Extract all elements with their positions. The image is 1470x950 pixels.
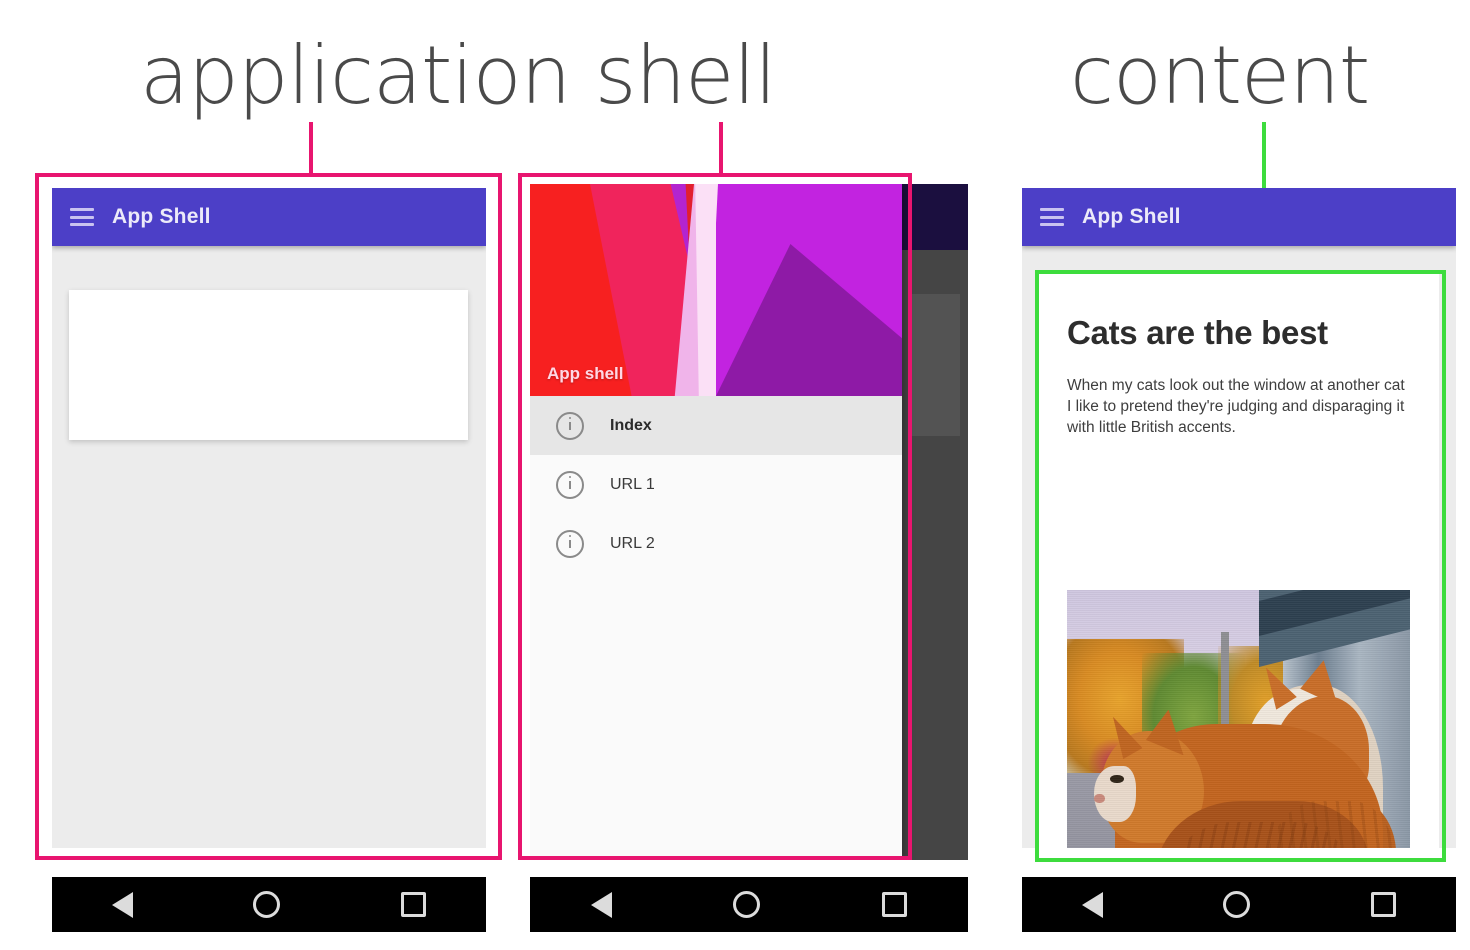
navigation-drawer[interactable]: App shell Index URL 1 URL 2: [530, 184, 902, 860]
placeholder-content-card: [69, 290, 468, 440]
home-circle-icon[interactable]: [733, 891, 761, 918]
phone3-appbar: App Shell: [1022, 188, 1456, 246]
hamburger-menu-icon[interactable]: [70, 208, 94, 226]
drawer-header-title: App shell: [547, 364, 624, 383]
phone2-screen: App shell Index URL 1 URL 2: [530, 184, 968, 860]
drawer-item-label: URL 1: [610, 475, 655, 493]
phone1-screen: App Shell: [52, 188, 486, 848]
recents-square-icon[interactable]: [882, 892, 908, 917]
article-content-card: Cats are the best When my cats look out …: [1039, 274, 1439, 848]
scrimmed-content-card: [908, 294, 960, 436]
drawer-item-url-2[interactable]: URL 2: [530, 514, 902, 573]
phone3-screen: App Shell Cats are the best When my cats…: [1022, 188, 1456, 848]
phone1-appbar: App Shell: [52, 188, 486, 246]
info-circle-icon: [556, 529, 584, 558]
recents-square-icon[interactable]: [1370, 892, 1396, 917]
article-title: Cats are the best: [1067, 314, 1328, 351]
phone-mockup-app-shell-drawer: App shell Index URL 1 URL 2: [530, 184, 968, 860]
phone1-appbar-title: App Shell: [112, 205, 211, 228]
phone3-appbar-title: App Shell: [1082, 205, 1181, 228]
drawer-item-label: URL 2: [610, 534, 655, 552]
cat-photo-illustration: [1067, 590, 1410, 848]
annotation-label-application-shell: application shell: [140, 29, 777, 122]
drawer-item-index[interactable]: Index: [530, 396, 902, 455]
article-body: When my cats look out the window at anot…: [1067, 377, 1405, 436]
back-triangle-icon[interactable]: [590, 891, 612, 918]
phone-mockup-app-shell-empty: App Shell: [52, 188, 486, 848]
home-circle-icon[interactable]: [253, 891, 281, 918]
drawer-nav-list: Index URL 1 URL 2: [530, 396, 902, 573]
annotation-label-content: content: [1070, 29, 1370, 122]
drawer-header: App shell: [530, 184, 902, 396]
back-triangle-icon[interactable]: [1082, 891, 1104, 918]
home-circle-icon[interactable]: [1223, 891, 1251, 918]
hamburger-menu-icon[interactable]: [1040, 208, 1064, 226]
android-navbar-phone1: [52, 877, 486, 932]
recents-square-icon[interactable]: [400, 892, 426, 917]
article-image: [1067, 590, 1410, 848]
connector-line-app-shell-right: [719, 122, 723, 176]
drawer-item-url-1[interactable]: URL 1: [530, 455, 902, 514]
scrimmed-appbar: [900, 184, 968, 250]
connector-line-app-shell-left: [309, 122, 313, 176]
back-triangle-icon[interactable]: [112, 891, 134, 918]
info-circle-icon: [556, 411, 584, 440]
android-navbar-phone3: [1022, 877, 1456, 932]
phone-mockup-with-content: App Shell Cats are the best When my cats…: [1022, 188, 1456, 848]
android-navbar-phone2: [530, 877, 968, 932]
drawer-item-label: Index: [610, 416, 652, 434]
info-circle-icon: [556, 470, 584, 499]
diagram-canvas: application shell content App Shell App …: [0, 0, 1470, 950]
